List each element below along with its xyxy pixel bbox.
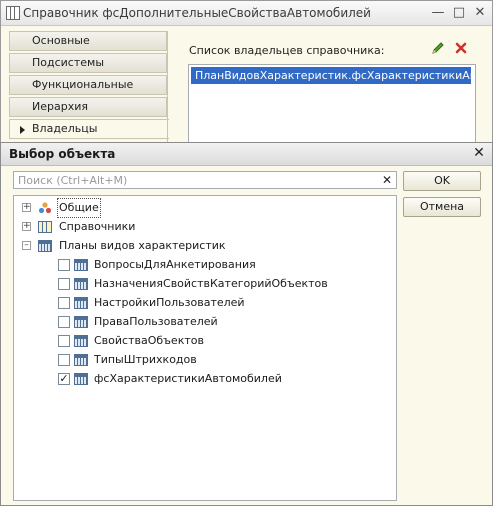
tree-node-label: ПраваПользователей — [94, 315, 218, 328]
tree-node-label: ТипыШтрихкодов — [94, 353, 197, 366]
tree-node-common[interactable]: + Общие — [14, 198, 396, 218]
checkbox[interactable] — [58, 335, 70, 347]
tab-label: Основные — [32, 34, 90, 47]
select-object-dialog: Выбор объекта ✕ ✕ OK Отмена + Общие + Сп… — [0, 142, 493, 506]
main-titlebar[interactable]: Справочник фсДополнительныеСвойстваАвтом… — [1, 1, 492, 26]
chart-of-characteristics-icon — [74, 373, 88, 385]
checkbox[interactable] — [58, 354, 70, 366]
tab-main[interactable]: Основные — [9, 31, 167, 51]
edit-pencil-icon[interactable] — [431, 41, 445, 55]
delete-icon[interactable] — [454, 41, 468, 55]
checkbox[interactable] — [58, 278, 70, 290]
tab-subsystems[interactable]: Подсистемы — [9, 53, 167, 73]
tree-item-barcode-types[interactable]: ТипыШтрихкодов — [14, 351, 396, 369]
chart-of-characteristics-icon — [74, 259, 88, 271]
chart-of-characteristics-icon — [74, 335, 88, 347]
checkbox-checked[interactable]: ✓ — [58, 373, 70, 385]
cancel-button[interactable]: Отмена — [403, 197, 481, 217]
common-icon — [38, 202, 52, 214]
dialog-close-icon[interactable]: ✕ — [471, 145, 487, 161]
search-box[interactable]: ✕ — [13, 171, 397, 189]
tree-item-property-assignments[interactable]: НазначенияСвойствКатегорийОбъектов — [14, 275, 396, 293]
tab-owners[interactable]: Владельцы — [9, 119, 169, 139]
chart-of-characteristics-icon — [74, 316, 88, 328]
tree-node-label: Справочники — [59, 220, 136, 233]
main-window-title: Справочник фсДополнительныеСвойстваАвтом… — [23, 6, 371, 20]
tree-item-user-rights[interactable]: ПраваПользователей — [14, 313, 396, 331]
chart-of-characteristics-icon — [74, 297, 88, 309]
search-input[interactable] — [16, 173, 380, 187]
tree-node-label: Общие — [57, 198, 101, 218]
catalog-icon — [38, 221, 52, 233]
checkbox[interactable] — [58, 297, 70, 309]
minimize-icon[interactable]: — — [430, 5, 446, 21]
owners-list-label: Список владельцев справочника: — [189, 44, 385, 57]
chart-of-characteristics-icon — [74, 278, 88, 290]
tab-functional-options[interactable]: Функциональные опции — [9, 75, 167, 109]
catalog-window-icon — [6, 6, 20, 20]
owners-list[interactable]: ПланВидовХарактеристик.фсХарактеристикиА… — [188, 64, 476, 146]
tree-node-label: СвойстваОбъектов — [94, 334, 204, 347]
dialog-titlebar[interactable]: Выбор объекта ✕ — [1, 143, 492, 166]
active-tab-arrow-icon — [20, 126, 25, 134]
tree-item-car-characteristics[interactable]: ✓ фсХарактеристикиАвтомобилей — [14, 370, 396, 388]
chart-of-characteristics-icon — [38, 240, 52, 252]
dialog-title: Выбор объекта — [9, 147, 116, 161]
tree-node-catalogs[interactable]: + Справочники — [14, 218, 396, 236]
tab-label: Иерархия — [32, 100, 88, 113]
tab-hierarchy[interactable]: Иерархия — [9, 97, 167, 117]
close-icon[interactable]: ✕ — [472, 5, 488, 21]
maximize-icon[interactable]: □ — [451, 5, 467, 21]
chart-of-characteristics-icon — [74, 354, 88, 366]
tree-node-label: НастройкиПользователей — [94, 296, 245, 309]
tree-item-object-properties[interactable]: СвойстваОбъектов — [14, 332, 396, 350]
tree-node-label: ВопросыДляАнкетирования — [94, 258, 256, 271]
ok-button[interactable]: OK — [403, 171, 481, 191]
tree-node-charts-of-characteristics[interactable]: – Планы видов характеристик — [14, 237, 396, 255]
tab-label: Подсистемы — [32, 56, 105, 69]
clear-search-icon[interactable]: ✕ — [380, 173, 394, 187]
expand-plus-icon[interactable]: + — [22, 203, 31, 212]
tab-label: Владельцы — [32, 122, 98, 135]
checkbox[interactable] — [58, 316, 70, 328]
list-item[interactable]: ПланВидовХарактеристик.фсХарактеристикиА… — [191, 67, 471, 84]
tree-node-label: НазначенияСвойствКатегорийОбъектов — [94, 277, 328, 290]
object-tree[interactable]: + Общие + Справочники – Планы видов хара… — [13, 195, 397, 501]
checkbox[interactable] — [58, 259, 70, 271]
expand-plus-icon[interactable]: + — [22, 222, 31, 231]
tree-item-user-settings[interactable]: НастройкиПользователей — [14, 294, 396, 312]
tree-item-questions[interactable]: ВопросыДляАнкетирования — [14, 256, 396, 274]
collapse-minus-icon[interactable]: – — [22, 241, 31, 250]
tree-node-label: фсХарактеристикиАвтомобилей — [94, 372, 282, 385]
tree-node-label: Планы видов характеристик — [59, 239, 226, 252]
